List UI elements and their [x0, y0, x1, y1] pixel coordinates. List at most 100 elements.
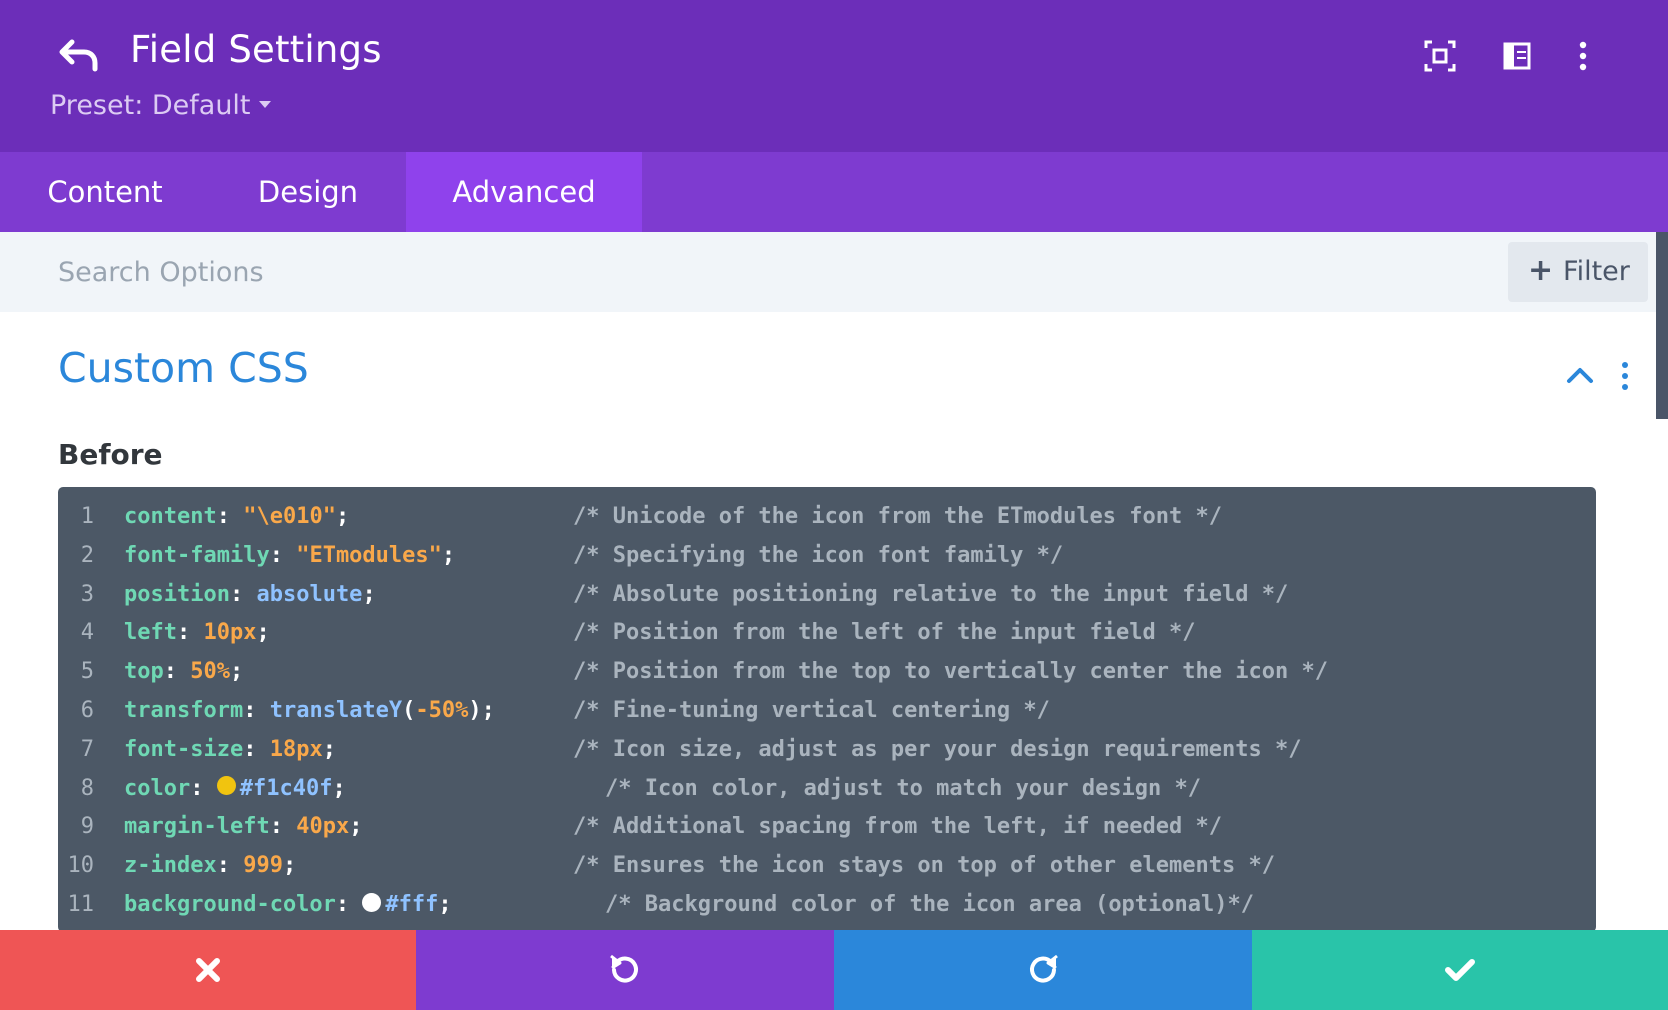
- chevron-up-icon[interactable]: [1565, 362, 1595, 388]
- line-number: 7: [80, 736, 94, 762]
- css-property: font-family: [124, 542, 270, 568]
- back-icon[interactable]: [58, 38, 100, 74]
- css-paren: ): [468, 698, 482, 723]
- code-statement: font-family: "ETmodules";: [124, 536, 455, 575]
- code-line: 11 background-color: #fff; /* Background c…: [58, 885, 1596, 924]
- check-icon: [1445, 959, 1475, 981]
- code-statement: content: "\e010";: [124, 497, 349, 536]
- css-semicolon: ;: [438, 892, 452, 917]
- css-value: 50%: [190, 659, 230, 685]
- color-swatch: [216, 776, 236, 796]
- css-property: transform: [124, 698, 244, 723]
- css-comment: /* Ensures the icon stays on top of othe…: [573, 853, 1275, 879]
- section-title[interactable]: Custom CSS: [58, 344, 309, 392]
- css-property: background-color: [124, 892, 336, 917]
- css-colon: :: [269, 542, 297, 568]
- css-value: #fff: [385, 892, 439, 917]
- css-colon: :: [229, 581, 257, 607]
- code-statement: color: #f1c40f;: [124, 769, 346, 808]
- focus-icon[interactable]: [1423, 38, 1457, 74]
- css-semicolon: ;: [256, 620, 270, 646]
- css-property: margin-left: [124, 814, 270, 840]
- css-colon: :: [216, 504, 244, 529]
- css-semicolon: ;: [335, 504, 350, 529]
- css-value: 18px: [269, 736, 323, 762]
- field-label-before: Before: [58, 438, 163, 471]
- css-paren: (: [402, 698, 416, 723]
- code-line: 7 font-size: 18px; /* Icon size, adjust as…: [58, 730, 1596, 769]
- css-comment: /* Fine-tuning vertical centering */: [573, 698, 1050, 723]
- code-line: 1 content: "\e010"; /* Unicode of the icon…: [58, 497, 1596, 536]
- preset-label: Preset: Default: [50, 90, 251, 121]
- code-statement: transform: translateY(-50%);: [124, 691, 495, 730]
- css-value: 10px: [203, 620, 257, 646]
- code-editor[interactable]: 1 content: "\e010"; /* Unicode of the icon…: [58, 487, 1596, 932]
- code-statement: font-size: 18px;: [124, 730, 336, 769]
- code-line: 3 position: absolute; /* Absolute position…: [58, 575, 1596, 614]
- css-semicolon: ;: [362, 581, 376, 607]
- code-line: 4 left: 10px; /* Position from the left of…: [58, 613, 1596, 652]
- css-comment: /* Icon size, adjust as per your design …: [573, 736, 1302, 762]
- code-statement: margin-left: 40px;: [124, 807, 362, 846]
- css-semicolon: ;: [441, 542, 456, 568]
- css-comment: /* Absolute positioning relative to the …: [573, 581, 1289, 607]
- css-colon: :: [243, 736, 270, 762]
- css-property: top: [124, 659, 164, 685]
- css-value: "\e010": [243, 504, 336, 529]
- code-line: 9 margin-left: 40px; /* Additional spacing…: [58, 807, 1596, 846]
- css-value: "ETmodules": [296, 542, 442, 568]
- scrollbar-thumb[interactable]: [1656, 232, 1668, 419]
- css-value: absolute: [256, 581, 363, 607]
- code-line: 5 top: 50%; /* Position from the top to ve…: [58, 652, 1596, 691]
- css-property: position: [124, 581, 230, 607]
- css-comment: /* Unicode of the icon from the ETmodule…: [573, 504, 1223, 529]
- css-colon: :: [335, 892, 363, 917]
- page-title: Field Settings: [130, 28, 382, 71]
- discard-button[interactable]: [0, 930, 416, 1010]
- redo-icon: [1030, 954, 1058, 983]
- tab-advanced[interactable]: Advanced: [406, 152, 642, 232]
- redo-button[interactable]: [834, 930, 1252, 1010]
- code-statement: position: absolute;: [124, 575, 376, 614]
- undo-icon: [610, 954, 638, 983]
- css-comment: /* Position from the top to vertically c…: [573, 659, 1328, 685]
- css-semicolon: ;: [230, 659, 244, 685]
- code-statement: top: 50%;: [124, 652, 243, 691]
- more-icon[interactable]: [1566, 38, 1600, 74]
- code-line: 8 color: #f1c40f; /* Icon color, adjust to…: [58, 769, 1596, 808]
- modal-header: Field Settings Preset: Default: [0, 0, 1668, 152]
- preset-dropdown[interactable]: Preset: Default: [50, 90, 271, 121]
- css-colon: :: [216, 853, 244, 879]
- css-property: left: [124, 620, 177, 646]
- line-number: 3: [80, 581, 94, 607]
- css-comment: /* Icon color, adjust to match your desi…: [605, 775, 1202, 801]
- tab-content[interactable]: Content: [0, 152, 210, 232]
- css-semicolon: ;: [349, 814, 363, 840]
- search-input[interactable]: [58, 252, 1058, 292]
- color-swatch: [362, 892, 382, 912]
- section-more-icon[interactable]: [1618, 360, 1632, 392]
- line-number: 6: [80, 698, 94, 723]
- css-value: -50%: [415, 698, 469, 723]
- css-semicolon: ;: [332, 775, 346, 801]
- line-number: 1: [80, 504, 94, 529]
- line-number: 5: [80, 659, 94, 685]
- caret-down-icon: [258, 101, 271, 108]
- css-property: content: [124, 504, 217, 529]
- css-colon: :: [176, 620, 204, 646]
- line-number: 11: [67, 892, 95, 917]
- layout-icon[interactable]: [1500, 38, 1534, 74]
- css-property: color: [124, 775, 191, 801]
- code-statement: left: 10px;: [124, 613, 270, 652]
- css-comment: /* Background color of the icon area (op…: [605, 892, 1255, 917]
- code-statement: background-color: #fff;: [124, 885, 452, 924]
- save-button[interactable]: [1252, 930, 1668, 1010]
- line-number: 8: [80, 775, 94, 801]
- tab-design[interactable]: Design: [210, 152, 406, 232]
- css-comment: /* Position from the left of the input f…: [573, 620, 1196, 646]
- line-number: 4: [80, 620, 94, 646]
- filter-button[interactable]: + Filter: [1508, 242, 1648, 302]
- css-comment: /* Additional spacing from the left, if …: [573, 814, 1223, 840]
- undo-button[interactable]: [416, 930, 834, 1010]
- css-semicolon: ;: [282, 853, 297, 879]
